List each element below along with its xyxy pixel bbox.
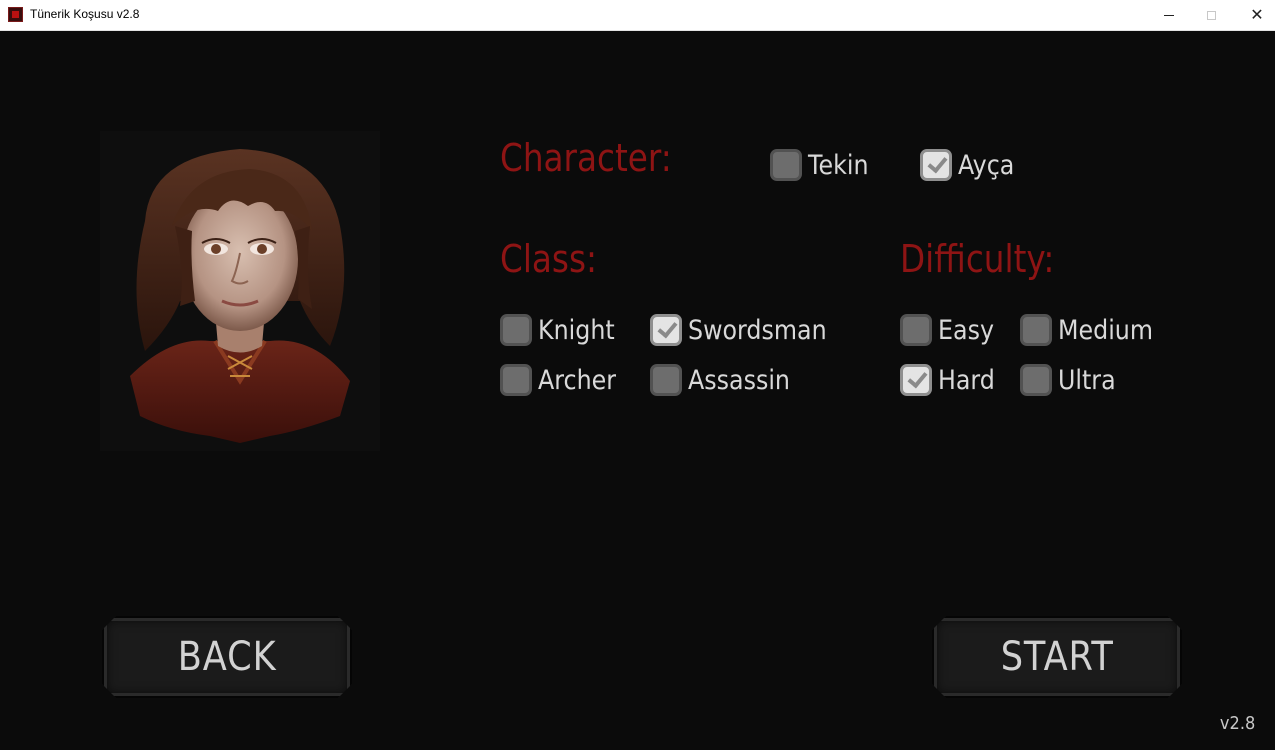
character-option-ayca[interactable]: Ayça: [920, 147, 1022, 183]
ultra-label: Ultra: [1058, 364, 1116, 396]
difficulty-option-easy[interactable]: Easy: [900, 312, 1002, 348]
start-button-label: START: [1000, 634, 1114, 680]
window-title: Tünerik Koşusu v2.8: [30, 7, 140, 21]
difficulty-heading: Difficulty:: [900, 237, 1055, 281]
tekin-checkbox[interactable]: [770, 149, 802, 181]
easy-checkbox[interactable]: [900, 314, 932, 346]
minimize-icon: [1164, 14, 1174, 16]
maximize-button[interactable]: [1188, 0, 1234, 30]
version-label: v2.8: [1219, 713, 1255, 734]
medium-checkbox[interactable]: [1020, 314, 1052, 346]
character-option-tekin[interactable]: Tekin: [770, 147, 877, 183]
assassin-label: Assassin: [688, 364, 790, 396]
knight-checkbox[interactable]: [500, 314, 532, 346]
character-portrait: [100, 131, 380, 451]
difficulty-option-hard[interactable]: Hard: [900, 362, 1003, 398]
class-heading: Class:: [500, 237, 597, 281]
archer-checkbox[interactable]: [500, 364, 532, 396]
swordsman-checkbox[interactable]: [650, 314, 682, 346]
class-option-assassin[interactable]: Assassin: [650, 362, 804, 398]
difficulty-option-medium[interactable]: Medium: [1020, 312, 1166, 348]
difficulty-option-ultra[interactable]: Ultra: [1020, 362, 1124, 398]
archer-label: Archer: [538, 364, 617, 396]
start-button[interactable]: START: [932, 616, 1182, 698]
back-button[interactable]: BACK: [102, 616, 352, 698]
close-button[interactable]: ✕: [1234, 0, 1275, 30]
knight-label: Knight: [538, 314, 615, 346]
portrait-image: [130, 149, 350, 443]
character-heading: Character:: [500, 136, 672, 180]
ayca-label: Ayça: [958, 149, 1015, 181]
back-button-label: BACK: [177, 634, 277, 680]
swordsman-label: Swordsman: [688, 314, 827, 346]
medium-label: Medium: [1058, 314, 1154, 346]
minimize-button[interactable]: [1146, 0, 1192, 30]
assassin-checkbox[interactable]: [650, 364, 682, 396]
class-option-knight[interactable]: Knight: [500, 312, 625, 348]
ayca-checkbox[interactable]: [920, 149, 952, 181]
tekin-label: Tekin: [808, 149, 869, 181]
app-icon: [8, 7, 23, 22]
hard-label: Hard: [938, 364, 995, 396]
hard-checkbox[interactable]: [900, 364, 932, 396]
character-select-screen: Character: Tekin Ayça Class: Knight Swor…: [0, 31, 1275, 750]
ultra-checkbox[interactable]: [1020, 364, 1052, 396]
maximize-icon: [1206, 10, 1216, 20]
class-option-archer[interactable]: Archer: [500, 362, 627, 398]
window-titlebar: Tünerik Koşusu v2.8 ✕: [0, 0, 1275, 31]
class-option-swordsman[interactable]: Swordsman: [650, 312, 846, 348]
close-icon: ✕: [1250, 5, 1264, 24]
easy-label: Easy: [938, 314, 995, 346]
